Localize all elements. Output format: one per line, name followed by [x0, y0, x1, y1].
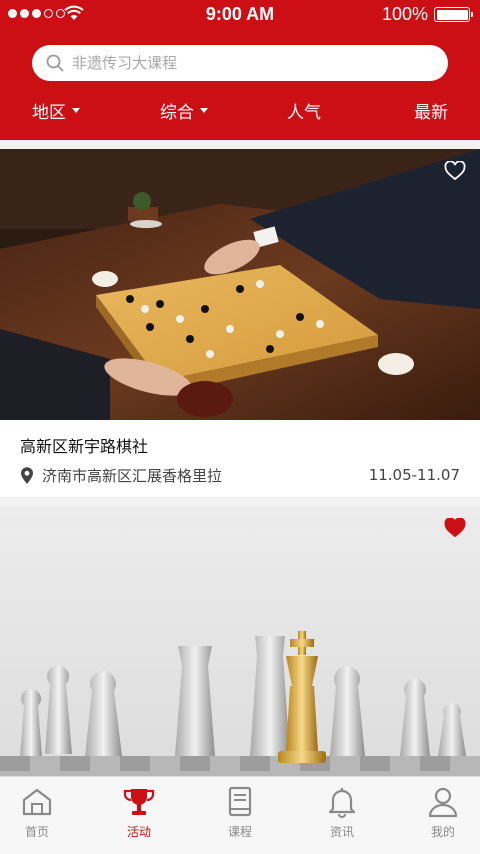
- filter-comprehensive[interactable]: 综合: [160, 98, 208, 123]
- tab-profile-label: 我的: [430, 825, 455, 839]
- filter-region[interactable]: 地区: [32, 98, 80, 123]
- header: 9:00 AM 100% 地区 综合 人气 最新: [0, 0, 480, 140]
- filter-bar: 地区 综合 人气 最新: [0, 98, 480, 128]
- filter-popularity-label: 人气: [287, 103, 321, 123]
- activity-title: 高新区新宇路棋社: [20, 437, 149, 456]
- caret-down-icon: [200, 108, 208, 113]
- tab-activity-label: 活动: [126, 825, 151, 839]
- tab-profile[interactable]: 我的: [408, 785, 478, 840]
- caret-down-icon: [72, 108, 80, 113]
- activity-date: 11.05-11.07: [368, 466, 460, 484]
- tab-home-label: 首页: [24, 825, 49, 839]
- search-input[interactable]: [72, 54, 432, 72]
- filter-comprehensive-label: 综合: [160, 103, 194, 123]
- favorite-heart-icon[interactable]: [444, 161, 466, 181]
- go-board-photo: [0, 149, 480, 420]
- battery-icon: [434, 7, 473, 22]
- activity-location: 济南市高新区汇展香格里拉: [20, 465, 222, 486]
- filter-region-label: 地区: [32, 103, 66, 123]
- tab-home[interactable]: 首页: [2, 785, 72, 840]
- home-icon: [22, 788, 52, 816]
- activity-card[interactable]: 高新区新宇路棋社 济南市高新区汇展香格里拉 11.05-11.07: [0, 149, 480, 497]
- search-icon: [46, 54, 64, 72]
- favorite-heart-icon[interactable]: [444, 518, 466, 538]
- filter-popularity[interactable]: 人气: [287, 98, 321, 123]
- bell-icon: [328, 788, 356, 818]
- book-icon: [228, 786, 252, 817]
- trophy-icon: [123, 789, 155, 815]
- activity-location-text: 济南市高新区汇展香格里拉: [42, 467, 223, 485]
- chess-pieces-photo: [0, 506, 480, 776]
- tab-news[interactable]: 资讯: [307, 785, 377, 840]
- tab-courses[interactable]: 课程: [205, 785, 275, 840]
- search-bar[interactable]: [32, 45, 448, 81]
- tab-activity[interactable]: 活动: [104, 785, 174, 840]
- tab-courses-label: 课程: [227, 825, 252, 839]
- tab-news-label: 资讯: [329, 825, 354, 839]
- user-icon: [428, 787, 458, 818]
- battery-percentage: 100%: [381, 4, 428, 24]
- activity-list[interactable]: 高新区新宇路棋社 济南市高新区汇展香格里拉 11.05-11.07: [0, 140, 480, 776]
- status-bar: 9:00 AM 100%: [0, 0, 480, 28]
- filter-latest-label: 最新: [414, 103, 448, 123]
- location-pin-icon: [21, 466, 33, 484]
- activity-card[interactable]: [0, 506, 480, 776]
- filter-latest[interactable]: 最新: [414, 98, 448, 123]
- bottom-tab-bar: 首页 活动 课程 资讯 我的: [0, 776, 480, 854]
